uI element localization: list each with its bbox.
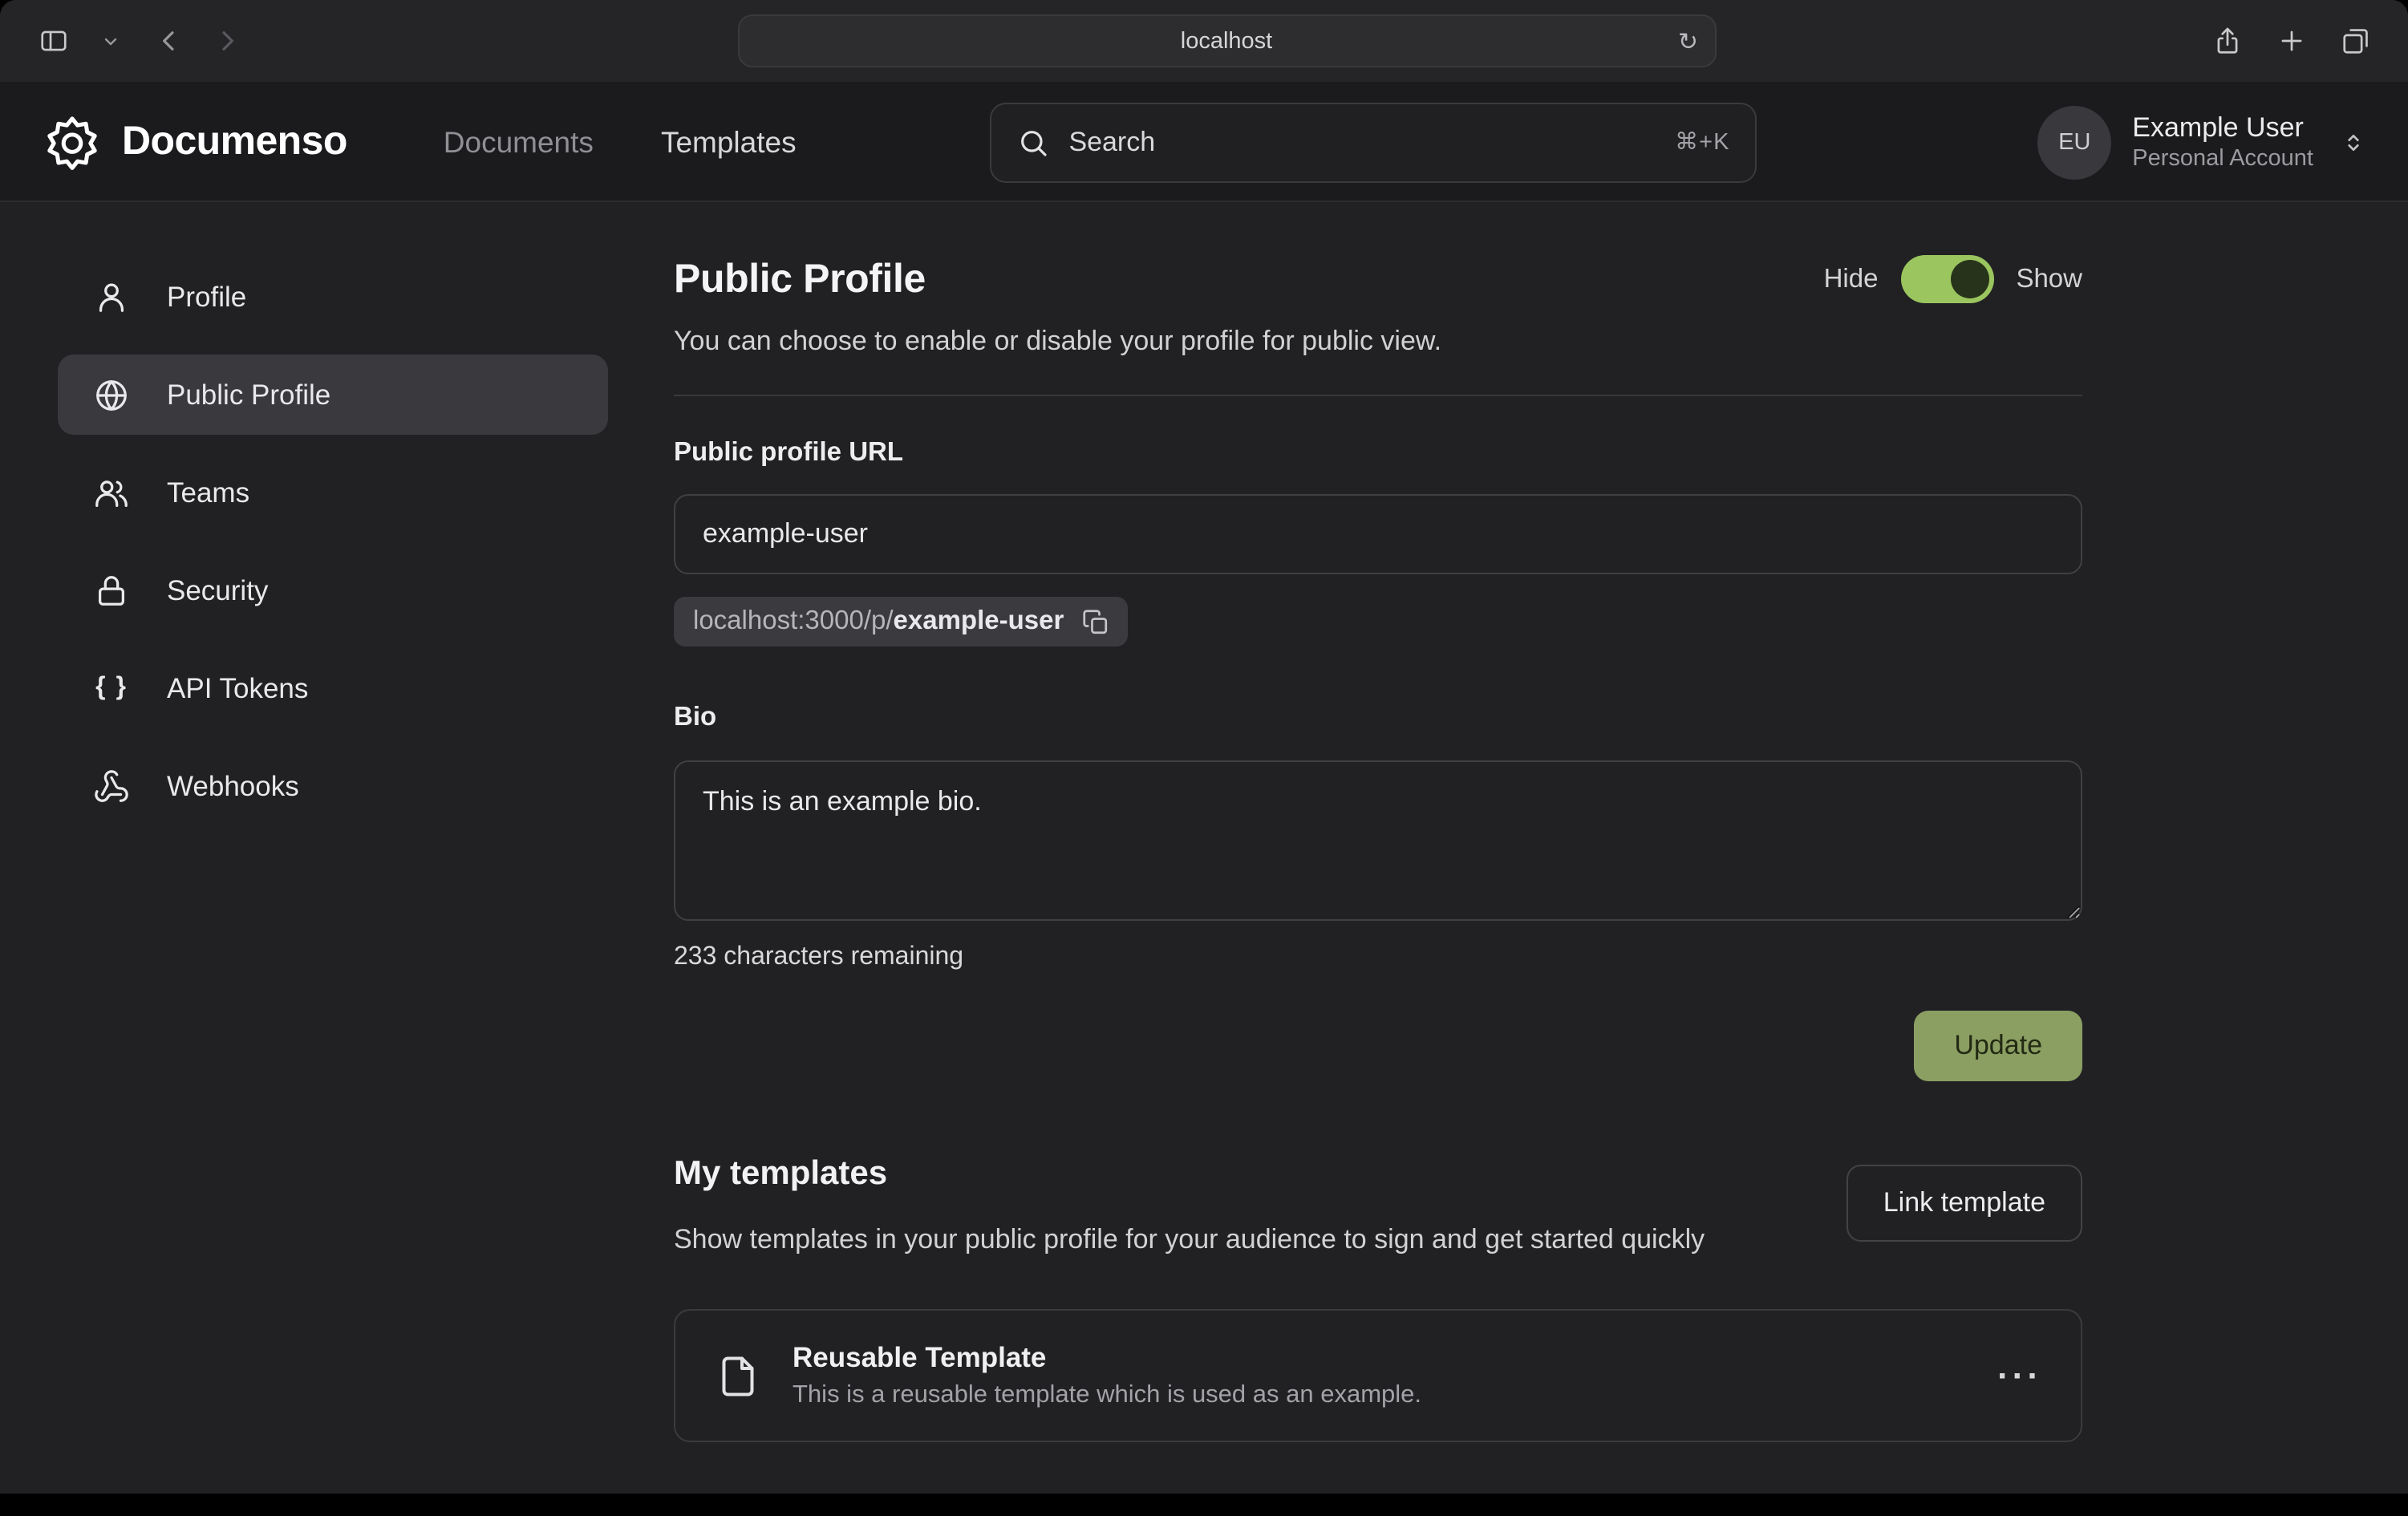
account-type: Personal Account — [2132, 144, 2313, 173]
my-templates-description: Show templates in your public profile fo… — [674, 1219, 1705, 1262]
sidebar-item-label: Teams — [167, 476, 249, 509]
copy-url-button[interactable] — [1081, 607, 1110, 636]
user-name: Example User — [2132, 111, 2313, 145]
chevron-right-icon — [211, 26, 241, 56]
app-header: Documenso Documents Templates Search ⌘+K… — [0, 83, 2408, 202]
nav-templates[interactable]: Templates — [661, 124, 797, 160]
page-title: Public Profile — [674, 256, 926, 302]
url-field-label: Public profile URL — [674, 438, 2082, 468]
public-profile-panel: Public Profile Hide Show You can choose … — [674, 202, 2082, 1494]
divider — [674, 395, 2082, 396]
lock-icon — [93, 572, 130, 609]
tabs-icon — [2340, 26, 2370, 56]
page-subtitle: You can choose to enable or disable your… — [674, 326, 2082, 358]
sidebar-item-webhooks[interactable]: Webhooks — [58, 746, 608, 826]
search-placeholder: Search — [1068, 126, 1656, 158]
copy-icon — [1081, 607, 1110, 636]
sidebar-toggle-button[interactable] — [29, 18, 77, 63]
settings-page: Profile Public Profile Teams Security — [0, 202, 2408, 1494]
profile-url-text: localhost:3000/p/example-user — [693, 606, 1064, 637]
address-bar-url: localhost — [739, 28, 1714, 54]
nav-documents[interactable]: Documents — [444, 124, 594, 160]
profile-url-input[interactable] — [674, 494, 2082, 574]
sidebar-dropdown-button[interactable] — [87, 18, 135, 63]
my-templates-title: My templates — [674, 1155, 1705, 1194]
link-template-button[interactable]: Link template — [1847, 1165, 2082, 1242]
brand-name: Documenso — [122, 119, 347, 165]
sidebar-item-label: Public Profile — [167, 378, 330, 411]
search-shortcut: ⌘+K — [1675, 129, 1729, 155]
toggle-show-label: Show — [2016, 264, 2082, 294]
tab-overview-button[interactable] — [2331, 18, 2379, 63]
sidebar-item-api-tokens[interactable]: { } API Tokens — [58, 648, 608, 728]
sidebar-item-label: Webhooks — [167, 769, 299, 803]
sidebar-item-label: Profile — [167, 280, 246, 314]
toggle-hide-label: Hide — [1824, 264, 1879, 294]
search-icon — [1017, 126, 1049, 158]
back-button[interactable] — [144, 18, 193, 63]
new-tab-button[interactable] — [2267, 18, 2315, 63]
profile-visibility-toggle[interactable] — [1900, 255, 1993, 303]
account-menu[interactable]: EU Example User Personal Account — [2037, 105, 2366, 179]
template-card: Reusable Template This is a reusable tem… — [674, 1310, 2082, 1443]
main-nav: Documents Templates — [444, 124, 797, 160]
chevrons-up-down-icon — [2341, 129, 2366, 155]
forward-button[interactable] — [202, 18, 250, 63]
sidebar-item-public-profile[interactable]: Public Profile — [58, 355, 608, 435]
browser-toolbar: localhost ↻ — [0, 0, 2408, 83]
avatar: EU — [2037, 105, 2111, 179]
file-icon — [714, 1352, 762, 1400]
chevron-left-icon — [153, 26, 184, 56]
template-name: Reusable Template — [793, 1342, 1421, 1376]
page-bottom-strip — [0, 1494, 2408, 1516]
toggle-knob — [1950, 260, 1988, 298]
webhook-icon — [93, 768, 130, 805]
share-button[interactable] — [2203, 18, 2251, 63]
bio-textarea[interactable]: This is an example bio. — [674, 760, 2082, 921]
sidebar-item-label: Security — [167, 574, 268, 607]
update-button[interactable]: Update — [1914, 1011, 2082, 1081]
browser-window: localhost ↻ — [0, 0, 2408, 1516]
address-bar[interactable]: localhost ↻ — [737, 14, 1716, 67]
sidebar-item-profile[interactable]: Profile — [58, 257, 608, 337]
refresh-icon[interactable]: ↻ — [1678, 26, 1698, 55]
user-icon — [93, 278, 130, 315]
characters-remaining: 233 characters remaining — [674, 943, 2082, 972]
sidebar-item-security[interactable]: Security — [58, 550, 608, 630]
template-description: This is a reusable template which is use… — [793, 1382, 1421, 1411]
chevron-down-icon — [101, 31, 120, 51]
share-icon — [2211, 26, 2242, 56]
bio-field-label: Bio — [674, 703, 2082, 733]
settings-sidebar: Profile Public Profile Teams Security — [0, 202, 674, 1494]
braces-icon: { } — [93, 670, 130, 707]
profile-url-preview: localhost:3000/p/example-user — [674, 597, 1128, 647]
plus-icon — [2276, 26, 2306, 56]
users-icon — [93, 474, 130, 511]
sidebar-item-label: API Tokens — [167, 671, 308, 705]
template-menu-button[interactable]: ··· — [1997, 1356, 2042, 1397]
brand-logo[interactable]: Documenso — [42, 111, 347, 172]
sidebar-item-teams[interactable]: Teams — [58, 452, 608, 533]
sidebar-panel-icon — [38, 26, 68, 56]
globe-icon — [93, 376, 130, 413]
documenso-logo-icon — [42, 111, 103, 172]
global-search[interactable]: Search ⌘+K — [990, 102, 1757, 182]
